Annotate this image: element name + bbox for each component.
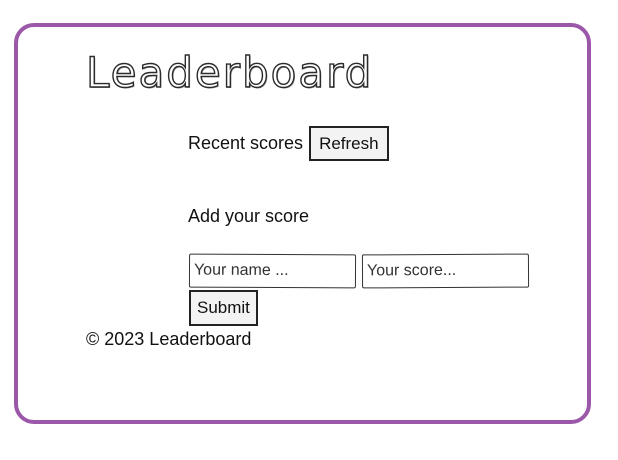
submit-button[interactable]: Submit	[189, 290, 258, 326]
score-input[interactable]	[361, 253, 530, 289]
footer-copyright: © 2023 Leaderboard	[86, 329, 252, 349]
refresh-button[interactable]: Refresh	[309, 126, 389, 161]
page-title: Leaderboard	[85, 48, 374, 97]
recent-scores-row: Recent scores Refresh	[188, 126, 389, 161]
recent-scores-label: Recent scores	[188, 133, 304, 153]
name-input[interactable]	[188, 253, 357, 289]
add-score-heading: Add your score	[188, 206, 310, 226]
